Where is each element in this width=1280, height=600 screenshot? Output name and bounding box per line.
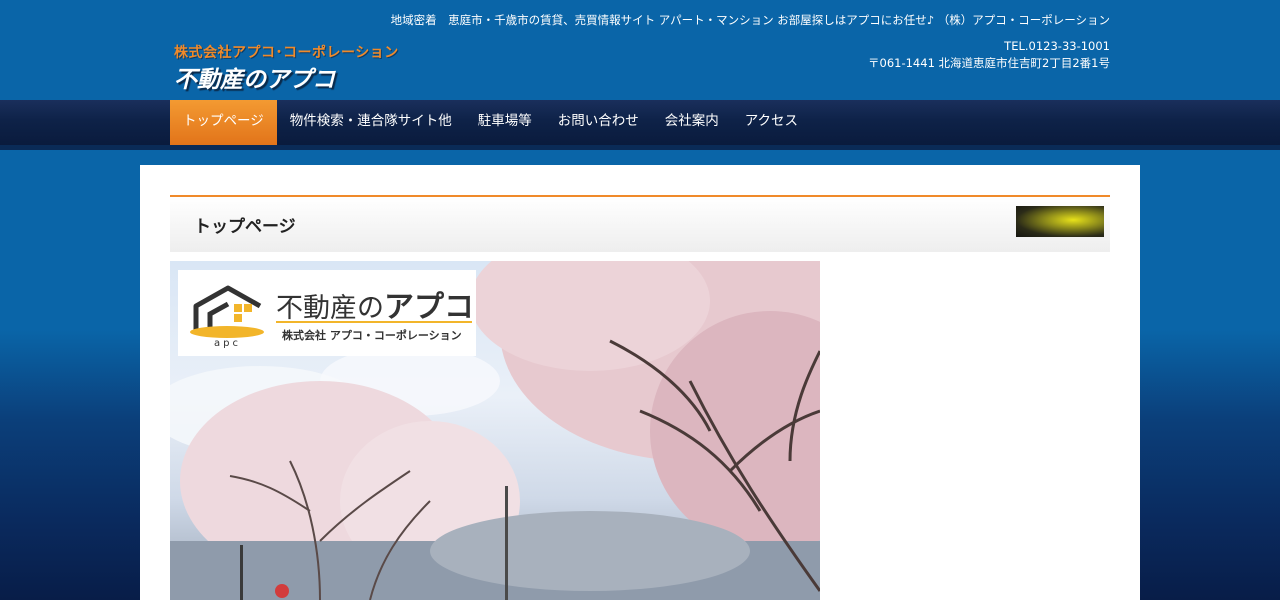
logo-company-name: 株式会社アプコ･コーポレーション [174,45,399,61]
hero-image: apc 不動産のアプコ 株式会社 アプコ・コーポレーション [170,261,820,600]
nav-item-access[interactable]: アクセス [732,100,811,145]
page-title-bar: トップページ [170,195,1110,252]
site-logo[interactable]: 株式会社アプコ･コーポレーション 不動産のアプコ [174,42,404,93]
main-nav: トップページ 物件検索・連合隊サイト他 駐車場等 お問い合わせ 会社案内 アクセ… [0,100,1280,150]
hero-company-name: 株式会社 アプコ・コーポレーション [282,329,462,342]
site-header: 株式会社アプコ･コーポレーション 不動産のアプコ 地域密着 恵庭市・千歳市の賃貸… [0,0,1280,100]
hero-brand-name: 不動産のアプコ [276,290,474,325]
logo-mark-text: apc [214,338,241,349]
main-content: トップページ apc 不動産のアプコ 株式会社 アプコ・コーポレーション [140,165,1140,600]
apco-logo-card: apc 不動産のアプコ 株式会社 アプコ・コーポレーション [178,270,476,356]
nav-item-property-search[interactable]: 物件検索・連合隊サイト他 [277,100,465,145]
nav-item-contact[interactable]: お問い合わせ [545,100,652,145]
nav-item-company[interactable]: 会社案内 [652,100,732,145]
nav-item-parking[interactable]: 駐車場等 [465,100,545,145]
nav-item-top[interactable]: トップページ [170,100,277,145]
header-info: 地域密着 恵庭市・千歳市の賃貸、売買情報サイト アパート・マンション お部屋探し… [391,12,1110,72]
title-decoration [1016,206,1104,237]
brand-underline [276,321,472,323]
company-address: 〒061-1441 北海道恵庭市住吉町2丁目2番1号 [868,56,1110,70]
site-tagline: 地域密着 恵庭市・千歳市の賃貸、売買情報サイト アパート・マンション お部屋探し… [390,13,1110,27]
logo-brand-name: 不動産のアプコ [174,67,335,93]
page-title: トップページ [194,217,296,237]
phone-number: TEL.0123-33-1001 [1004,39,1110,53]
